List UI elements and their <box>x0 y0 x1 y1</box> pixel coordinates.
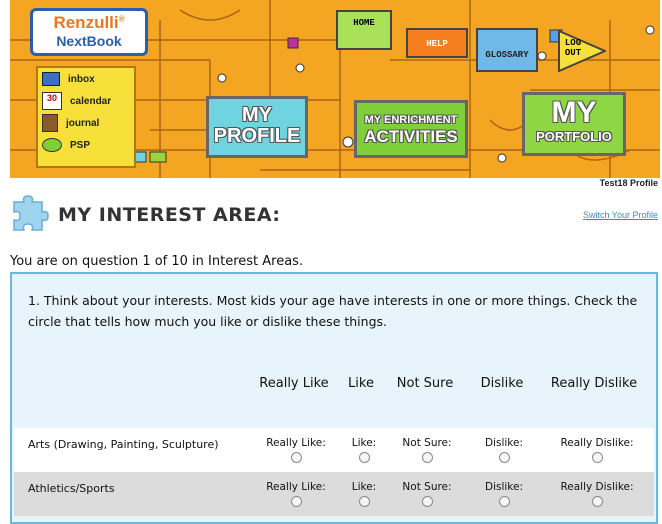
header-banner: Renzulli® NextBook inbox 30 calendar jou… <box>10 0 660 178</box>
profile-bar: Test18 Profile <box>10 178 660 190</box>
help-button-label: HELP <box>426 39 448 49</box>
enrichment-label-line1: MY ENRICHMENT <box>364 114 458 126</box>
quick-link-calendar[interactable]: 30 calendar <box>38 90 134 112</box>
table-row-athletics: Athletics/Sports Really Like: Like: Not … <box>14 472 654 516</box>
column-header-really-dislike: Really Dislike <box>550 376 638 391</box>
mail-icon <box>42 72 60 86</box>
option-really-like: Really Like: <box>250 477 342 511</box>
option-like: Like: <box>344 477 384 511</box>
row-label: Athletics/Sports <box>28 482 115 495</box>
column-header-dislike: Dislike <box>480 376 524 391</box>
puzzle-piece-icon <box>13 195 49 231</box>
portfolio-label-line2: PORTFOLIO <box>536 129 612 144</box>
logo-registered-mark: ® <box>118 14 125 24</box>
my-enrichment-activities-button[interactable]: MY ENRICHMENT ACTIVITIES <box>354 100 468 158</box>
column-header-not-sure: Not Sure <box>396 376 454 391</box>
question-text: 1. Think about your interests. Most kids… <box>28 293 638 329</box>
logout-button[interactable]: LOG OUT <box>558 30 606 72</box>
column-header-like: Like <box>348 376 374 391</box>
option-not-sure: Not Sure: <box>388 477 466 511</box>
option-dislike: Dislike: <box>470 433 538 467</box>
logo-text-renzulli: Renzulli <box>53 13 119 32</box>
my-profile-button[interactable]: MY PROFILE <box>206 96 308 158</box>
radio-button[interactable] <box>591 452 603 463</box>
radio-button[interactable] <box>358 496 370 507</box>
logout-label-line1: LOG <box>564 38 582 48</box>
calendar-icon: 30 <box>42 92 62 110</box>
radio-button[interactable] <box>498 496 510 507</box>
renzulli-nextbook-logo[interactable]: Renzulli® NextBook <box>30 8 148 56</box>
table-row-arts: Arts (Drawing, Painting, Sculpture) Real… <box>14 428 654 472</box>
option-really-dislike: Really Dislike: <box>542 433 652 467</box>
column-header-really-like: Really Like <box>259 376 329 391</box>
quick-link-psp[interactable]: PSP <box>38 134 134 156</box>
enrichment-label-line2: ACTIVITIES <box>364 127 458 146</box>
quick-link-journal[interactable]: journal <box>38 112 134 134</box>
radio-button[interactable] <box>290 496 302 507</box>
switch-profile-link[interactable]: Switch Your Profile <box>583 210 658 220</box>
option-label: Not Sure: <box>402 437 452 449</box>
my-portfolio-button[interactable]: MY PORTFOLIO <box>522 92 626 156</box>
home-button[interactable]: HOME <box>336 10 392 50</box>
question-box: 1. Think about your interests. Most kids… <box>10 272 658 524</box>
option-label: Dislike: <box>484 481 523 493</box>
row-label: Arts (Drawing, Painting, Sculpture) <box>28 438 219 451</box>
radio-button[interactable] <box>421 496 433 507</box>
portfolio-label-line1: MY <box>551 96 597 129</box>
radio-button[interactable] <box>290 452 302 463</box>
option-really-like: Really Like: <box>250 433 342 467</box>
option-label: Really Like: <box>266 437 326 449</box>
radio-button[interactable] <box>358 452 370 463</box>
quick-link-label: inbox <box>68 73 95 85</box>
option-label: Really Dislike: <box>560 437 634 449</box>
logout-label-line2: OUT <box>564 48 582 58</box>
quick-link-label: journal <box>66 117 100 129</box>
page-title: MY INTEREST AREA: <box>58 204 281 226</box>
quick-links-panel: inbox 30 calendar journal PSP <box>36 66 136 168</box>
quick-link-inbox[interactable]: inbox <box>38 68 134 90</box>
option-label: Like: <box>351 481 377 493</box>
quick-link-label: PSP <box>70 139 91 151</box>
profile-name: Test18 Profile <box>599 178 658 188</box>
option-like: Like: <box>344 433 384 467</box>
radio-button[interactable] <box>591 496 603 507</box>
logo-text-nextbook: NextBook <box>56 33 122 49</box>
journal-icon <box>42 114 58 132</box>
question-progress-text: You are on question 1 of 10 in Interest … <box>10 254 304 269</box>
option-label: Really Like: <box>266 481 326 493</box>
help-button[interactable]: HELP <box>406 28 468 58</box>
title-row: MY INTEREST AREA: Switch Your Profile <box>10 192 660 236</box>
glossary-button-label: GLOSSARY <box>485 50 529 60</box>
speech-bubble-icon <box>42 138 62 152</box>
option-not-sure: Not Sure: <box>388 433 466 467</box>
my-profile-label-line2: PROFILE <box>213 125 301 147</box>
radio-button[interactable] <box>421 452 433 463</box>
option-dislike: Dislike: <box>470 477 538 511</box>
radio-button[interactable] <box>498 452 510 463</box>
option-label: Really Dislike: <box>560 481 634 493</box>
glossary-button[interactable]: GLOSSARY <box>476 28 538 72</box>
option-label: Like: <box>351 437 377 449</box>
my-profile-label-line1: MY <box>242 104 272 126</box>
option-really-dislike: Really Dislike: <box>542 477 652 511</box>
home-button-label: HOME <box>353 18 375 28</box>
option-label: Not Sure: <box>402 481 452 493</box>
option-label: Dislike: <box>484 437 523 449</box>
quick-link-label: calendar <box>70 95 112 107</box>
